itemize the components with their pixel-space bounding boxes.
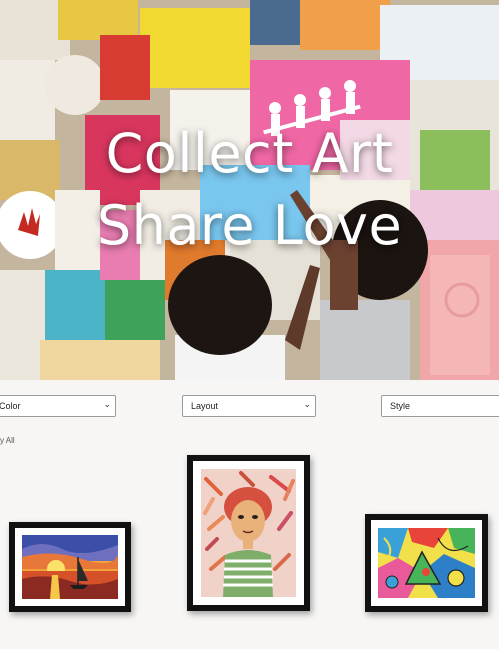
view-all-link[interactable]: y All	[0, 436, 15, 445]
chevron-down-icon: ⌄	[303, 399, 311, 409]
artwork-image-sunset	[22, 535, 118, 599]
style-filter-select[interactable]: Style	[381, 395, 499, 417]
artwork-mat	[15, 528, 125, 606]
artwork-card-portrait[interactable]	[187, 455, 310, 611]
artwork-mat	[193, 461, 304, 605]
hero-banner: Collect Art Share Love	[0, 0, 499, 380]
artwork-image-portrait	[201, 469, 296, 597]
artwork-image-abstract	[378, 528, 475, 598]
hero-headline: Collect Art Share Love	[0, 118, 499, 262]
color-filter-select[interactable]: Color ⌄	[0, 395, 116, 417]
color-filter-value: Color	[0, 401, 21, 411]
chevron-down-icon: ⌄	[103, 399, 111, 409]
hero-headline-line2: Share Love	[96, 194, 403, 257]
artwork-card-abstract[interactable]	[365, 514, 488, 612]
artwork-mat	[371, 520, 482, 606]
hero-headline-line1: Collect Art	[105, 122, 394, 185]
artwork-card-sunset[interactable]	[9, 522, 131, 612]
layout-filter-value: Layout	[191, 401, 219, 411]
style-filter-value: Style	[390, 401, 411, 411]
layout-filter-select[interactable]: Layout ⌄	[182, 395, 316, 417]
